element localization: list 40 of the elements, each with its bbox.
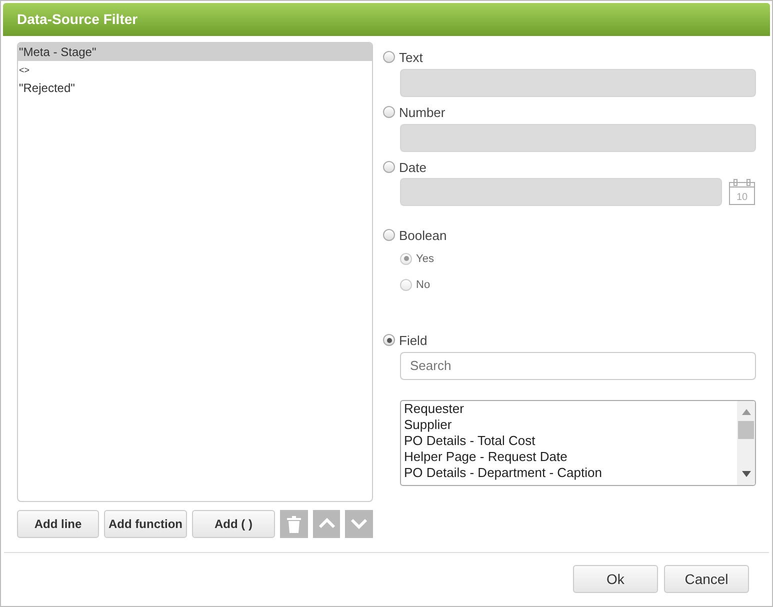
add-button[interactable]: Add line [17, 510, 100, 538]
chevron-down-icon [350, 518, 368, 530]
expression-line[interactable]: <> [18, 60, 372, 79]
option-label: Boolean [399, 228, 447, 243]
delete-button[interactable] [280, 510, 308, 538]
option-label: Text [399, 50, 423, 65]
scroll-up-icon[interactable] [742, 408, 750, 415]
radio-button[interactable] [383, 161, 395, 174]
add-button[interactable]: Add ( ) [192, 510, 276, 538]
radio-button[interactable] [383, 334, 395, 346]
expression-line[interactable]: "Rejected" [18, 78, 372, 97]
option-label: No [416, 278, 430, 291]
chevron-up-icon [318, 518, 336, 530]
option-label: Date [399, 160, 426, 175]
window-title: Data-Source Filter [3, 3, 770, 36]
list-item[interactable]: Requester [401, 400, 737, 417]
trash-icon [286, 514, 301, 533]
list-item[interactable]: PO Details - Department - Caption [401, 464, 737, 481]
list-item[interactable]: Supplier [401, 416, 737, 433]
dialog-button[interactable]: Ok [573, 565, 658, 594]
date-field[interactable] [400, 178, 722, 206]
dialog-button[interactable]: Cancel [664, 565, 749, 594]
radio-button[interactable] [383, 229, 395, 242]
add-button[interactable]: Add function [104, 510, 188, 538]
scrollbar[interactable] [737, 400, 755, 485]
option-label: Field [399, 332, 428, 348]
list-item[interactable]: PO Details - Total Cost [401, 432, 737, 449]
field-list[interactable]: Requester Supplier PO Details - Total Cost Helper Page - Request Date PO Details - Department - Caption [400, 400, 756, 486]
search-field[interactable]: Search [400, 352, 756, 380]
radio-button[interactable] [383, 106, 395, 118]
move-up-button[interactable] [312, 510, 340, 538]
list-item[interactable]: Helper Page - Request Date [401, 448, 737, 465]
input-field[interactable] [400, 68, 756, 97]
option-label: Yes [416, 252, 434, 265]
radio-button[interactable] [383, 51, 395, 64]
move-down-button[interactable] [345, 510, 373, 538]
option-label: Number [399, 104, 446, 120]
input-field[interactable] [400, 124, 756, 152]
scrollbar-thumb[interactable] [738, 420, 754, 439]
scroll-down-icon[interactable] [742, 470, 750, 477]
